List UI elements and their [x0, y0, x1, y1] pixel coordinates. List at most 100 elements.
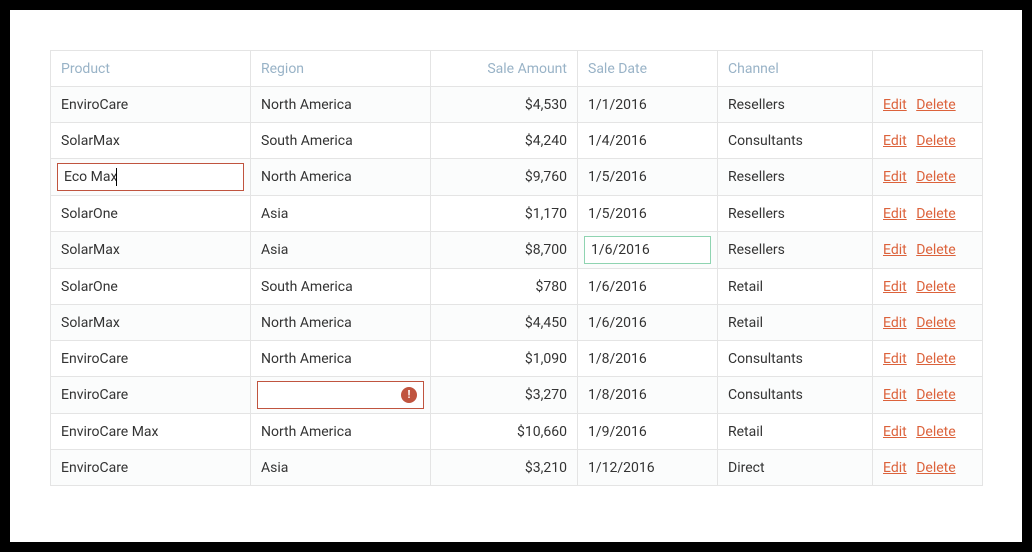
cell-channel[interactable]: Resellers — [718, 159, 873, 196]
cell-date-valid[interactable]: 1/6/2016 — [578, 232, 718, 269]
cell-date[interactable]: 1/4/2016 — [578, 123, 718, 159]
delete-link[interactable]: Delete — [916, 387, 955, 403]
column-header-actions — [873, 51, 983, 87]
cell-region[interactable]: North America — [251, 305, 431, 341]
region-error-input[interactable]: ! — [257, 381, 424, 409]
edit-link[interactable]: Edit — [883, 279, 907, 295]
product-edit-input[interactable]: Eco Max — [57, 163, 244, 191]
cell-actions: Edit Delete — [873, 159, 983, 196]
text-caret — [116, 168, 117, 186]
cell-product[interactable]: EnviroCare — [51, 377, 251, 414]
cell-region[interactable]: Asia — [251, 450, 431, 486]
cell-channel[interactable]: Consultants — [718, 341, 873, 377]
cell-channel[interactable]: Retail — [718, 414, 873, 450]
column-header-channel[interactable]: Channel — [718, 51, 873, 87]
cell-channel[interactable]: Consultants — [718, 123, 873, 159]
delete-link[interactable]: Delete — [916, 169, 955, 185]
edit-link[interactable]: Edit — [883, 133, 907, 149]
column-header-region[interactable]: Region — [251, 51, 431, 87]
edit-link[interactable]: Edit — [883, 242, 907, 258]
cell-amount[interactable]: $780 — [431, 269, 578, 305]
cell-channel[interactable]: Resellers — [718, 87, 873, 123]
edit-link[interactable]: Edit — [883, 424, 907, 440]
cell-product[interactable]: EnviroCare — [51, 450, 251, 486]
cell-product[interactable]: SolarOne — [51, 196, 251, 232]
cell-region[interactable]: North America — [251, 87, 431, 123]
cell-channel[interactable]: Resellers — [718, 196, 873, 232]
edit-link[interactable]: Edit — [883, 351, 907, 367]
cell-amount[interactable]: $9,760 — [431, 159, 578, 196]
date-valid-indicator[interactable]: 1/6/2016 — [584, 236, 711, 264]
cell-product[interactable]: SolarMax — [51, 232, 251, 269]
cell-region[interactable]: South America — [251, 269, 431, 305]
cell-channel[interactable]: Direct — [718, 450, 873, 486]
cell-region[interactable]: Asia — [251, 232, 431, 269]
cell-region[interactable]: Asia — [251, 196, 431, 232]
delete-link[interactable]: Delete — [916, 351, 955, 367]
cell-actions: Edit Delete — [873, 87, 983, 123]
cell-date[interactable]: 1/6/2016 — [578, 305, 718, 341]
delete-link[interactable]: Delete — [916, 133, 955, 149]
edit-link[interactable]: Edit — [883, 206, 907, 222]
delete-link[interactable]: Delete — [916, 97, 955, 113]
cell-amount[interactable]: $4,240 — [431, 123, 578, 159]
cell-region[interactable]: North America — [251, 159, 431, 196]
cell-date[interactable]: 1/5/2016 — [578, 159, 718, 196]
cell-amount[interactable]: $1,170 — [431, 196, 578, 232]
cell-product[interactable]: EnviroCare — [51, 87, 251, 123]
cell-actions: Edit Delete — [873, 450, 983, 486]
edit-link[interactable]: Edit — [883, 387, 907, 403]
product-edit-value: Eco Max — [64, 169, 117, 185]
cell-region[interactable]: North America — [251, 341, 431, 377]
cell-product[interactable]: SolarMax — [51, 305, 251, 341]
cell-region-error[interactable]: ! — [251, 377, 431, 414]
delete-link[interactable]: Delete — [916, 424, 955, 440]
cell-channel[interactable]: Retail — [718, 305, 873, 341]
cell-date[interactable]: 1/12/2016 — [578, 450, 718, 486]
delete-link[interactable]: Delete — [916, 242, 955, 258]
cell-actions: Edit Delete — [873, 232, 983, 269]
cell-actions: Edit Delete — [873, 269, 983, 305]
column-header-row: Product Region Sale Amount Sale Date Cha… — [51, 51, 983, 87]
cell-amount[interactable]: $1,090 — [431, 341, 578, 377]
column-header-amount[interactable]: Sale Amount — [431, 51, 578, 87]
cell-amount[interactable]: $8,700 — [431, 232, 578, 269]
cell-channel[interactable]: Consultants — [718, 377, 873, 414]
cell-date[interactable]: 1/9/2016 — [578, 414, 718, 450]
edit-link[interactable]: Edit — [883, 315, 907, 331]
edit-link[interactable]: Edit — [883, 169, 907, 185]
cell-amount[interactable]: $4,530 — [431, 87, 578, 123]
edit-link[interactable]: Edit — [883, 97, 907, 113]
cell-channel[interactable]: Resellers — [718, 232, 873, 269]
cell-region[interactable]: North America — [251, 414, 431, 450]
cell-actions: Edit Delete — [873, 196, 983, 232]
cell-product[interactable]: SolarOne — [51, 269, 251, 305]
column-header-product[interactable]: Product — [51, 51, 251, 87]
delete-link[interactable]: Delete — [916, 460, 955, 476]
table-row: EnviroCare North America $4,530 1/1/2016… — [51, 87, 983, 123]
table-row: SolarMax South America $4,240 1/4/2016 C… — [51, 123, 983, 159]
cell-region[interactable]: South America — [251, 123, 431, 159]
cell-product[interactable]: EnviroCare — [51, 341, 251, 377]
delete-link[interactable]: Delete — [916, 279, 955, 295]
cell-product[interactable]: SolarMax — [51, 123, 251, 159]
cell-date[interactable]: 1/6/2016 — [578, 269, 718, 305]
cell-amount[interactable]: $4,450 — [431, 305, 578, 341]
cell-date[interactable]: 1/1/2016 — [578, 87, 718, 123]
edit-link[interactable]: Edit — [883, 460, 907, 476]
column-header-date[interactable]: Sale Date — [578, 51, 718, 87]
cell-amount[interactable]: $10,660 — [431, 414, 578, 450]
cell-date[interactable]: 1/8/2016 — [578, 377, 718, 414]
table-row: SolarMax North America $4,450 1/6/2016 R… — [51, 305, 983, 341]
cell-actions: Edit Delete — [873, 305, 983, 341]
cell-product-editing[interactable]: Eco Max — [51, 159, 251, 196]
cell-channel[interactable]: Retail — [718, 269, 873, 305]
cell-amount[interactable]: $3,210 — [431, 450, 578, 486]
cell-date[interactable]: 1/5/2016 — [578, 196, 718, 232]
cell-amount[interactable]: $3,270 — [431, 377, 578, 414]
cell-product[interactable]: EnviroCare Max — [51, 414, 251, 450]
delete-link[interactable]: Delete — [916, 315, 955, 331]
delete-link[interactable]: Delete — [916, 206, 955, 222]
table-row: SolarOne South America $780 1/6/2016 Ret… — [51, 269, 983, 305]
cell-date[interactable]: 1/8/2016 — [578, 341, 718, 377]
